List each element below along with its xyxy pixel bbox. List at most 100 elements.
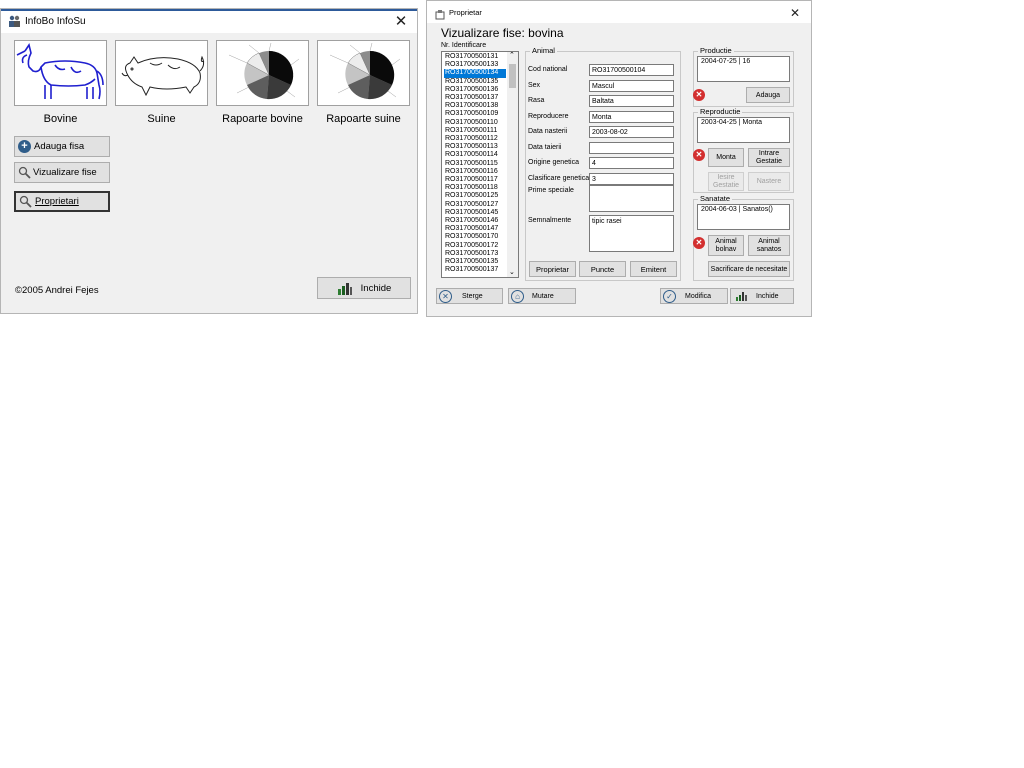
- id-list-item[interactable]: RO31700500146: [444, 217, 506, 225]
- sacrificare-button[interactable]: Sacrificare de necesitate: [708, 261, 790, 277]
- id-list-item[interactable]: RO31700500111: [444, 127, 506, 135]
- delete-sanatate-icon[interactable]: ✕: [693, 237, 705, 249]
- owners-button[interactable]: Proprietari: [14, 191, 110, 212]
- suine-reports-thumbnail[interactable]: [317, 40, 410, 106]
- id-list-item[interactable]: RO31700500110: [444, 119, 506, 127]
- id-list-item[interactable]: RO31700500170: [444, 233, 506, 241]
- points-button[interactable]: Puncte: [579, 261, 626, 277]
- scroll-up-icon[interactable]: ⌃: [509, 52, 515, 60]
- iesire-label-1: Iesire: [717, 173, 735, 181]
- iesire-gestatie-button: Iesire Gestatie: [708, 172, 744, 191]
- emitent-button[interactable]: Emitent: [630, 261, 677, 277]
- sanatate-list[interactable]: 2004-06-03 | Sanatos(): [697, 204, 790, 230]
- dialog-close-button[interactable]: Inchide: [730, 288, 794, 304]
- prime-label: Prime speciale: [528, 187, 574, 194]
- dialog-close-icon[interactable]: ✕: [785, 6, 805, 20]
- animal-field-input[interactable]: Mascul: [589, 80, 674, 92]
- animal-field-input[interactable]: 4: [589, 157, 674, 169]
- scroll-down-icon[interactable]: ⌄: [509, 269, 515, 277]
- move-button[interactable]: ⌂ Mutare: [508, 288, 576, 304]
- cow-icon: [16, 43, 104, 100]
- modify-label: Modifica: [685, 292, 712, 300]
- animal-field-label: Origine genetica: [528, 159, 579, 166]
- animal-field-input[interactable]: [589, 142, 674, 154]
- main-close-label: Inchide: [360, 282, 392, 294]
- id-list-item[interactable]: RO31700500135: [444, 78, 506, 86]
- dialog-titlebar: Proprietar ✕: [427, 1, 811, 23]
- id-list-item[interactable]: RO31700500125: [444, 192, 506, 200]
- suine-thumbnail[interactable]: [115, 40, 208, 106]
- copyright-text: ©2005 Andrei Fejes: [15, 285, 99, 296]
- id-list-item[interactable]: RO31700500131: [444, 53, 506, 61]
- id-list-item[interactable]: RO31700500173: [444, 250, 506, 258]
- id-list-item[interactable]: RO31700500172: [444, 242, 506, 250]
- animal-field-label: Clasificare genetica: [528, 175, 590, 182]
- id-list-item[interactable]: RO31700500109: [444, 110, 506, 118]
- listbox-scrollbar[interactable]: ⌃ ⌄: [507, 52, 518, 277]
- animal-field-input[interactable]: Monta: [589, 111, 674, 123]
- owner-button[interactable]: Proprietar: [529, 261, 576, 277]
- id-list-item[interactable]: RO31700500145: [444, 209, 506, 217]
- bovine-reports-thumbnail[interactable]: [216, 40, 309, 106]
- id-list-item[interactable]: RO31700500137: [444, 94, 506, 102]
- animal-field-input[interactable]: 3: [589, 173, 674, 185]
- id-list-item[interactable]: RO31700500118: [444, 184, 506, 192]
- main-close-icon[interactable]: ✕: [391, 12, 411, 32]
- animal-bolnav-button[interactable]: Animal bolnav: [708, 235, 744, 256]
- reproductie-list[interactable]: 2003-04-25 | Monta: [697, 117, 790, 143]
- id-list-item[interactable]: RO31700500133: [444, 61, 506, 69]
- id-list-item[interactable]: RO31700500147: [444, 225, 506, 233]
- prime-textarea[interactable]: [589, 185, 674, 212]
- add-productie-button[interactable]: Adauga: [746, 87, 790, 103]
- productie-list[interactable]: 2004-07-25 | 16: [697, 56, 790, 82]
- id-list-item[interactable]: RO31700500134: [444, 69, 506, 78]
- owner-dialog: Proprietar ✕ Vizualizare fise: bovina Nr…: [426, 0, 812, 317]
- monta-button[interactable]: Monta: [708, 148, 744, 167]
- id-list-label: Nr. Identificare: [441, 42, 487, 49]
- bovine-thumbnail[interactable]: [14, 40, 107, 106]
- main-close-button[interactable]: Inchide: [317, 277, 411, 299]
- nastere-button: Nastere: [748, 172, 790, 191]
- productie-group-title: Productie: [698, 46, 734, 55]
- delete-productie-icon[interactable]: ✕: [693, 89, 705, 101]
- id-list-item[interactable]: RO31700500115: [444, 160, 506, 168]
- id-list-item[interactable]: RO31700500117: [444, 176, 506, 184]
- modify-button[interactable]: ✓ Modifica: [660, 288, 728, 304]
- id-list-item[interactable]: RO31700500137: [444, 266, 506, 274]
- id-list-item[interactable]: RO31700500112: [444, 135, 506, 143]
- scroll-thumb[interactable]: [509, 64, 516, 88]
- animal-field-label: Data taierii: [528, 144, 562, 151]
- delete-reproductie-icon[interactable]: ✕: [693, 149, 705, 161]
- intrare-gestatie-button[interactable]: Intrare Gestatie: [748, 148, 790, 167]
- bolnav-label-2: bolnav: [715, 245, 737, 253]
- main-titlebar: InfoBo InfoSu ✕: [1, 9, 417, 33]
- view-records-button[interactable]: Vizualizare fise: [14, 162, 110, 183]
- intrare-label-1: Intrare: [758, 149, 780, 157]
- id-listbox[interactable]: RO31700500131 RO31700500133 RO31700500134 R…: [441, 51, 519, 278]
- sanatate-entry[interactable]: 2004-06-03 | Sanatos(): [700, 206, 787, 214]
- add-record-label: Adauga fisa: [34, 141, 85, 152]
- animal-field-input[interactable]: Baltata: [589, 95, 674, 107]
- id-list-item[interactable]: RO31700500116: [444, 168, 506, 176]
- semnalmente-textarea[interactable]: tipic rasei: [589, 215, 674, 252]
- animal-field-label: Sex: [528, 82, 541, 89]
- id-list-item[interactable]: RO31700500127: [444, 201, 506, 209]
- animal-field-input[interactable]: 2003-08-02: [589, 126, 674, 138]
- animal-sanatos-button[interactable]: Animal sanatos: [748, 235, 790, 256]
- pie-chart-icon: [228, 42, 300, 100]
- id-list: RO31700500131 RO31700500133 RO31700500134 R…: [444, 53, 506, 274]
- exit-chart-icon: [736, 291, 748, 301]
- id-list-item[interactable]: RO31700500113: [444, 143, 506, 151]
- bovine-label: Bovine: [43, 113, 78, 125]
- add-record-button[interactable]: + Adauga fisa: [14, 136, 110, 157]
- animal-field-label: Reproducere: [528, 113, 569, 120]
- id-list-item[interactable]: RO31700500114: [444, 151, 506, 159]
- id-list-item[interactable]: RO31700500138: [444, 102, 506, 110]
- id-list-item[interactable]: RO31700500135: [444, 258, 506, 266]
- animal-field-input[interactable]: RO31700500104: [589, 64, 674, 76]
- productie-entry[interactable]: 2004-07-25 | 16: [700, 58, 787, 66]
- delete-button[interactable]: ✕ Sterge: [436, 288, 503, 304]
- reproductie-entry[interactable]: 2003-04-25 | Monta: [700, 119, 787, 127]
- magnifier-icon: [19, 195, 32, 208]
- id-list-item[interactable]: RO31700500136: [444, 86, 506, 94]
